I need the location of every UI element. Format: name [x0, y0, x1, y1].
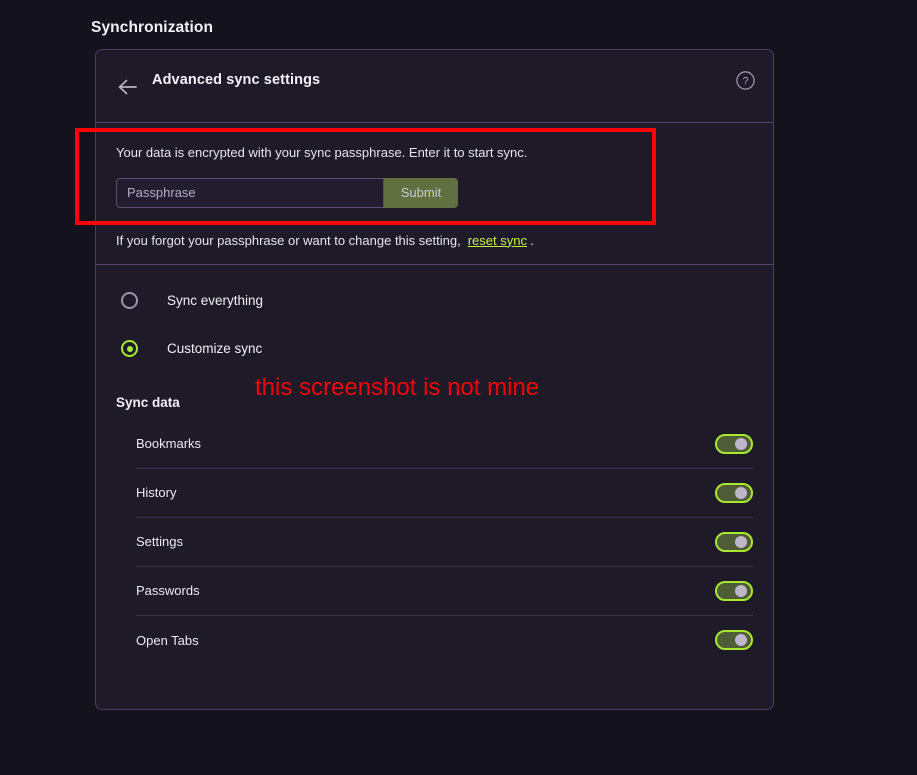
- sync-data-heading: Sync data: [116, 394, 180, 410]
- toggle-knob-icon: [735, 584, 747, 597]
- question-circle-icon: ?: [735, 70, 756, 96]
- toggle-knob-icon: [735, 535, 747, 548]
- help-button[interactable]: ?: [731, 69, 759, 97]
- radio-customize-sync[interactable]: Customize sync: [116, 329, 753, 369]
- toggle-knob-icon: [735, 634, 747, 647]
- sync-row-settings: Settings: [136, 518, 753, 567]
- svg-text:?: ?: [742, 76, 748, 88]
- card-header: Advanced sync settings ?: [96, 50, 773, 123]
- toggle-bookmarks[interactable]: [715, 433, 753, 454]
- sync-row-label: History: [136, 485, 177, 501]
- radio-icon-unselected: [121, 292, 138, 310]
- submit-button[interactable]: Submit: [384, 177, 458, 208]
- radio-sync-everything[interactable]: Sync everything: [116, 281, 753, 321]
- sync-mode-radio-group: Sync everything Customize sync: [96, 265, 773, 369]
- reset-sync-text-after: .: [529, 232, 534, 248]
- radio-icon-selected: [121, 340, 138, 358]
- sync-row-label: Open Tabs: [136, 632, 199, 648]
- toggle-passwords[interactable]: [715, 580, 753, 601]
- advanced-sync-settings-card: Advanced sync settings ? Your data is en…: [95, 49, 774, 710]
- sync-row-label: Settings: [136, 534, 183, 550]
- toggle-knob-icon: [735, 437, 747, 450]
- radio-label-customize-sync: Customize sync: [167, 341, 263, 357]
- back-button[interactable]: [110, 70, 144, 104]
- sync-data-list: Bookmarks History Settings Passwords Ope…: [96, 420, 773, 665]
- reset-sync-link[interactable]: reset sync: [468, 233, 527, 248]
- passphrase-input-row: Submit: [116, 177, 753, 208]
- sync-row-history: History: [136, 469, 753, 518]
- passphrase-section: Your data is encrypted with your sync pa…: [96, 123, 773, 208]
- passphrase-prompt: Your data is encrypted with your sync pa…: [116, 145, 528, 160]
- card-title: Advanced sync settings: [152, 72, 321, 88]
- reset-sync-row: If you forgot your passphrase or want to…: [96, 233, 773, 265]
- sync-row-label: Passwords: [136, 583, 200, 599]
- toggle-open-tabs[interactable]: [715, 630, 753, 651]
- reset-sync-text-before: If you forgot your passphrase or want to…: [116, 232, 461, 248]
- settings-page: Synchronization Advanced sync settings ?: [0, 0, 917, 775]
- passphrase-input[interactable]: [116, 177, 384, 208]
- sync-row-bookmarks: Bookmarks: [136, 420, 753, 469]
- radio-label-sync-everything: Sync everything: [167, 293, 264, 309]
- page-title: Synchronization: [91, 19, 214, 36]
- toggle-settings[interactable]: [715, 531, 753, 552]
- sync-row-passwords: Passwords: [136, 567, 753, 616]
- sync-row-open-tabs: Open Tabs: [136, 616, 753, 665]
- toggle-history[interactable]: [715, 482, 753, 503]
- arrow-left-icon: [118, 79, 137, 95]
- toggle-knob-icon: [735, 486, 747, 499]
- sync-row-label: Bookmarks: [136, 436, 202, 452]
